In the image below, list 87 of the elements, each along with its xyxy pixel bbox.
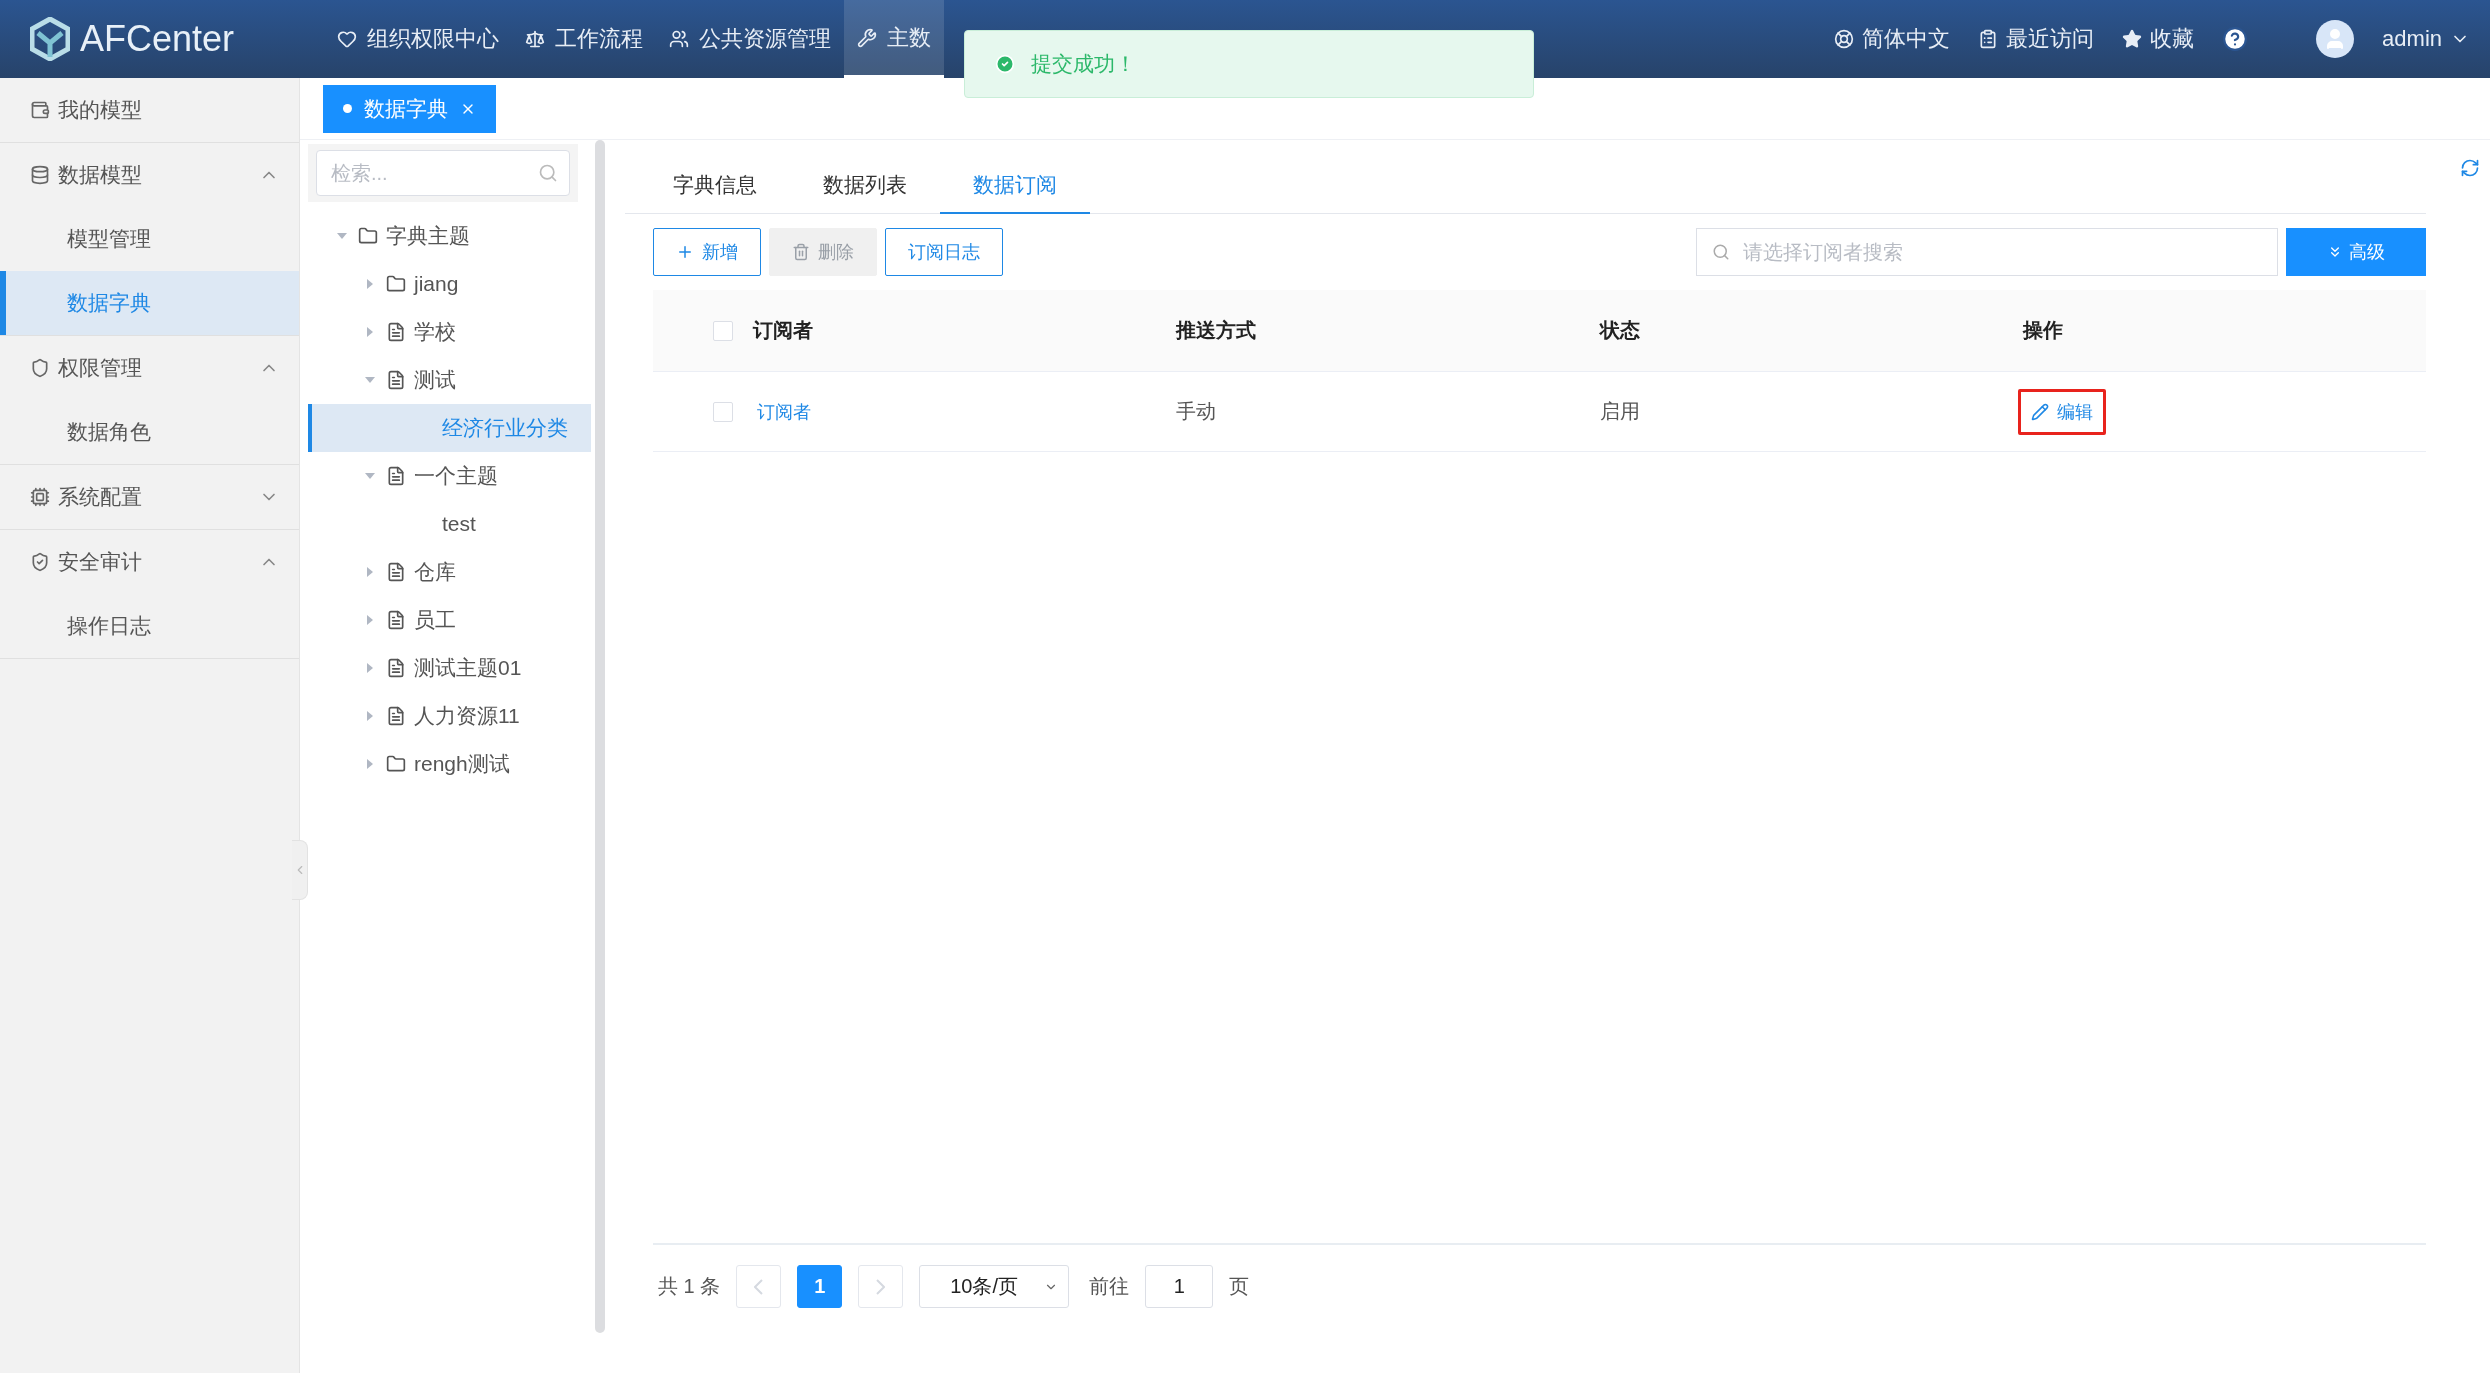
sidebar-item[interactable]: 模型管理 [0,207,299,271]
tree-item[interactable]: 仓库 [308,548,591,596]
checkbox[interactable] [713,401,733,422]
toast-message: 提交成功！ [1031,51,1136,77]
column-header: 推送方式 [1176,318,1257,343]
page-unit: 页 [1229,1274,1250,1299]
refresh-icon[interactable] [2460,158,2480,178]
tree-item[interactable]: test [308,500,591,548]
page-input[interactable]: 1 [1145,1265,1214,1308]
table-cell-text: 手动 [1176,399,1217,424]
toolbar-link[interactable]: 简体中文 [1834,24,1951,54]
logo-text: AFCenter [80,18,235,60]
folder-icon [386,274,406,294]
log-button[interactable]: 订阅日志 [885,228,1003,276]
nav-item[interactable]: 组织权限中心 [324,0,512,78]
chip-icon [30,487,50,507]
dot-icon [343,104,352,113]
total-count: 共 1 条 [658,1274,721,1299]
pencil-icon [2030,402,2049,421]
add-button[interactable]: 新增 [653,228,761,276]
edit-button[interactable]: 编辑 [2017,388,2106,435]
file-icon [386,370,406,390]
users-icon [669,29,689,49]
plus-icon [676,243,694,261]
tree-item[interactable]: 学校 [308,308,591,356]
tree-item[interactable]: jiang [308,260,591,308]
chevron-left-icon [754,1278,764,1295]
trash-icon [792,243,810,261]
chevron-right-icon [876,1278,886,1295]
shield-icon [30,358,50,378]
sidebar-item[interactable]: 数据模型 [0,143,299,207]
file-icon [386,610,406,630]
avatar [2316,20,2355,58]
tab[interactable]: 字典信息 [640,158,790,214]
page-size-select[interactable]: 10条/页 [919,1265,1070,1308]
user-menu[interactable]: admin [2382,26,2470,52]
sidebar-item[interactable]: 操作日志 [0,594,299,658]
star-icon [2122,29,2143,49]
tab[interactable]: 数据列表 [790,158,940,214]
table-cell-text: 启用 [1599,399,1640,424]
file-icon [386,466,406,486]
column-header: 订阅者 [753,318,813,343]
nav-item[interactable]: 公共资源管理 [656,0,844,78]
tree-item[interactable]: 员工 [308,596,591,644]
folder-icon [386,754,406,774]
tree-item[interactable]: 字典主题 [308,212,591,260]
file-icon [386,562,406,582]
database-icon [30,165,50,185]
heart-icon [337,29,357,49]
shield-check-icon [30,552,50,572]
checkbox[interactable] [713,320,733,341]
toolbar-link[interactable]: 收藏 [2122,24,2195,54]
tree-item[interactable]: 一个主题 [308,452,591,500]
sidebar-item[interactable]: 权限管理 [0,336,299,400]
collapse-handle[interactable] [292,840,308,900]
sidebar-item[interactable]: 安全审计 [0,530,299,594]
search-field[interactable]: 请选择订阅者搜索 [1696,228,2278,276]
tree-item[interactable]: 人力资源11 [308,692,591,740]
tree-item[interactable]: 测试 [308,356,591,404]
column-header: 状态 [1599,318,1640,343]
tab[interactable]: 数据订阅 [940,158,1090,214]
sidebar-item[interactable]: 系统配置 [0,465,299,529]
search-icon [1712,243,1730,261]
goto-label: 前往 [1089,1274,1130,1299]
wallet-icon [30,100,50,120]
nav-item[interactable]: 工作流程 [512,0,656,78]
lifebuoy-icon [1834,29,1855,49]
folder-icon [358,226,378,246]
check-icon [995,54,1015,74]
scale-icon [525,29,545,49]
search-icon [538,163,558,183]
logo-icon [30,17,70,61]
file-icon [386,706,406,726]
tree-item[interactable]: rengh测试 [308,740,591,788]
search-field[interactable]: 检索... [316,150,570,196]
nav-item[interactable]: 主数 [844,0,944,78]
toolbar-link[interactable]: 最近访问 [1978,24,2095,54]
sidebar-item[interactable]: 我的模型 [0,78,299,142]
subscriber-link[interactable]: 订阅者 [753,399,811,424]
tree-item[interactable]: 测试主题01 [308,644,591,692]
sidebar-item[interactable]: 数据角色 [0,400,299,464]
wrench-icon [857,27,877,48]
help-icon[interactable] [2222,26,2249,52]
column-header: 操作 [2022,318,2063,343]
file-icon [386,658,406,678]
file-icon [386,322,406,342]
clipboard-icon [1978,29,1999,49]
